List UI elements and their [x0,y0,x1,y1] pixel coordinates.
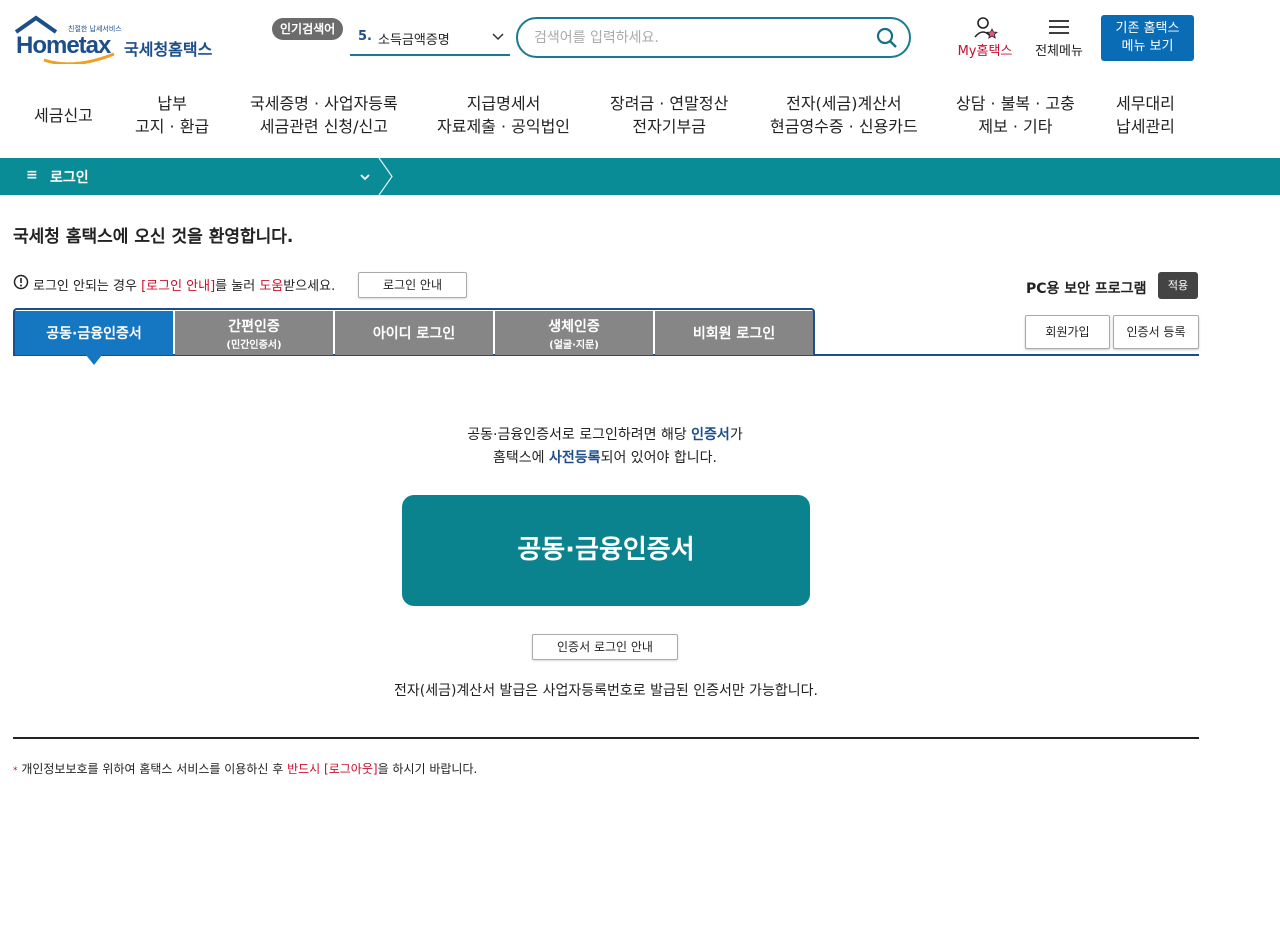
nav-sublabel: 세금관련 신청/신고 [259,117,388,136]
nav-item-year-end[interactable]: 장려금 · 연말정산 전자기부금 [610,92,728,138]
info-highlight-register: 사전등록 [549,450,601,466]
main-nav: 세금신고 납부 고지 · 환급 국세증명 · 사업자등록 세금관련 신청/신고 … [0,84,1280,154]
nav-sublabel: 현금영수증 · 신용카드 [770,117,918,136]
tab-label: 생체인증 [548,319,600,335]
info-text-c: 되어 있어야 합니다. [600,450,717,466]
info-line-1: 공동·금융인증서로 로그인하려면 해당 인증서가 [380,424,830,447]
search-icon[interactable] [875,26,899,50]
search-box [516,17,911,58]
tab-label: 간편인증 [228,319,280,335]
nav-sublabel: 고지 · 환급 [135,117,210,136]
help-prefix: 로그인 안되는 경우 [33,279,142,294]
logout-notice-a: 개인정보보호를 위하여 홈택스 서비스를 이용하신 후 [17,762,288,776]
info-text-a: 홈택스에 [493,450,550,466]
nav-label: 세금신고 [34,106,93,125]
security-program-label: PC용 보안 프로그램 [1026,281,1147,297]
logo-word: Hometax [16,32,111,59]
nav-label: 세무대리 [1116,94,1175,113]
invoice-cert-note: 전자(세금)계산서 발급은 사업자등록번호로 발급된 인증서만 가능합니다. [393,683,819,699]
tab-guest-login[interactable]: 비회원 로그인 [655,311,813,355]
help-link-text: [로그인 안내] [141,279,216,294]
logout-notice-b: 을 하시기 바랍니다. [377,762,478,776]
divider [13,737,1199,739]
nav-sublabel: 자료제출 · 공익법인 [437,117,571,136]
nav-label: 납부 [157,94,187,113]
popular-rank: 5. [358,29,372,44]
cert-register-button[interactable]: 인증서 등록 [1113,315,1199,349]
all-menu-label: 전체메뉴 [1035,44,1083,59]
nav-label: 국세증명 · 사업자등록 [250,94,398,113]
logout-notice: * 개인정보보호를 위하여 홈택스 서비스를 이용하신 후 반드시 [로그아웃]… [13,760,477,777]
old-menu-line1: 기존 홈택스 [1115,21,1180,36]
my-hometax-label: My홈택스 [957,44,1013,59]
nav-label: 상담 · 불복 · 고충 [956,94,1075,113]
location-dropdown[interactable]: ≡ 로그인 [0,158,380,195]
search-input[interactable] [534,27,854,49]
cert-info-text: 공동·금융인증서로 로그인하려면 해당 인증서가 홈택스에 사전등록되어 있어야… [380,424,830,470]
nav-sublabel: 전자기부금 [632,117,706,136]
cert-login-guide-button[interactable]: 인증서 로그인 안내 [532,634,678,660]
join-button[interactable]: 회원가입 [1025,315,1110,349]
location-bar: ≡ 로그인 [0,158,1280,195]
nav-item-agent[interactable]: 세무대리 납세관리 [1116,92,1175,138]
login-help-text: 로그인 안되는 경우 [로그인 안내]를 눌러 도움받으세요. [33,275,335,294]
nav-item-certificate[interactable]: 국세증명 · 사업자등록 세금관련 신청/신고 [250,92,398,138]
tab-simple-auth[interactable]: 간편인증 (민간인증서) [175,311,333,355]
tab-joint-cert[interactable]: 공동·금융인증서 [15,311,173,355]
tab-id-login[interactable]: 아이디 로그인 [335,311,493,355]
info-text-c: 가 [729,427,743,443]
joint-cert-login-button[interactable]: 공동·금융인증서 [402,495,810,606]
chevron-down-icon [360,174,370,181]
alert-icon [13,274,29,290]
logout-notice-emphasis: 반드시 [로그아웃] [287,762,378,776]
nav-item-statement[interactable]: 지급명세서 자료제출 · 공익법인 [437,92,570,138]
breadcrumb-separator-icon [378,158,393,195]
active-tab-pointer-icon [86,355,102,365]
info-highlight-cert: 인증서 [691,427,730,443]
nav-item-consult[interactable]: 상담 · 불복 · 고충 제보 · 기타 [956,92,1075,138]
nav-item-invoice[interactable]: 전자(세금)계산서 현금영수증 · 신용카드 [770,92,918,138]
info-text-a: 공동·금융인증서로 로그인하려면 해당 [467,427,692,443]
popular-term: 소득금액증명 [378,33,450,48]
all-menu-button[interactable]: 전체메뉴 [1030,16,1088,60]
hamburger-icon [1049,20,1069,34]
help-suffix: 받으세요. [283,279,336,294]
old-menu-line2: 메뉴 보기 [1121,39,1174,54]
tab-label: 비회원 로그인 [692,326,776,342]
info-line-2: 홈택스에 사전등록되어 있어야 합니다. [380,447,830,470]
location-current: 로그인 [50,170,89,186]
user-star-icon [974,17,998,39]
tab-label: 공동·금융인증서 [46,326,142,342]
logo-name: 국세청홈택스 [124,40,213,59]
nav-item-tax-report[interactable]: 세금신고 [34,104,93,127]
nav-sublabel: 제보 · 기타 [978,117,1053,136]
popular-search-badge: 인기검색어 [272,18,344,40]
security-apply-button[interactable]: 적용 [1158,272,1198,299]
chevron-down-icon [492,33,504,41]
tab-label: 아이디 로그인 [372,326,456,342]
menu-icon: ≡ [26,167,38,183]
nav-label: 장려금 · 연말정산 [610,94,729,113]
nav-label: 지급명세서 [466,94,541,113]
my-hometax-button[interactable]: My홈택스 [952,16,1018,60]
nav-item-payment[interactable]: 납부 고지 · 환급 [135,92,209,138]
login-guide-button[interactable]: 로그인 안내 [358,272,467,298]
tab-sublabel: (민간인증서) [226,340,282,351]
nav-sublabel: 납세관리 [1116,117,1175,136]
nav-label: 전자(세금)계산서 [786,94,902,113]
hometax-logo[interactable]: 친절한 납세서비스 Hometax 국세청홈택스 [14,14,214,64]
page-title: 국세청 홈택스에 오신 것을 환영합니다. [13,227,294,247]
tab-sublabel: (얼굴·지문) [549,340,599,351]
popular-search-select[interactable]: 5. 소득금액증명 [350,26,510,56]
help-mid: 를 눌러 [215,279,260,294]
old-menu-button[interactable]: 기존 홈택스 메뉴 보기 [1101,15,1194,61]
tab-biometric[interactable]: 생체인증 (얼굴·지문) [495,311,653,355]
help-word: 도움 [259,279,284,294]
header: 친절한 납세서비스 Hometax 국세청홈택스 인기검색어 5. 소득금액증명… [0,0,1280,80]
